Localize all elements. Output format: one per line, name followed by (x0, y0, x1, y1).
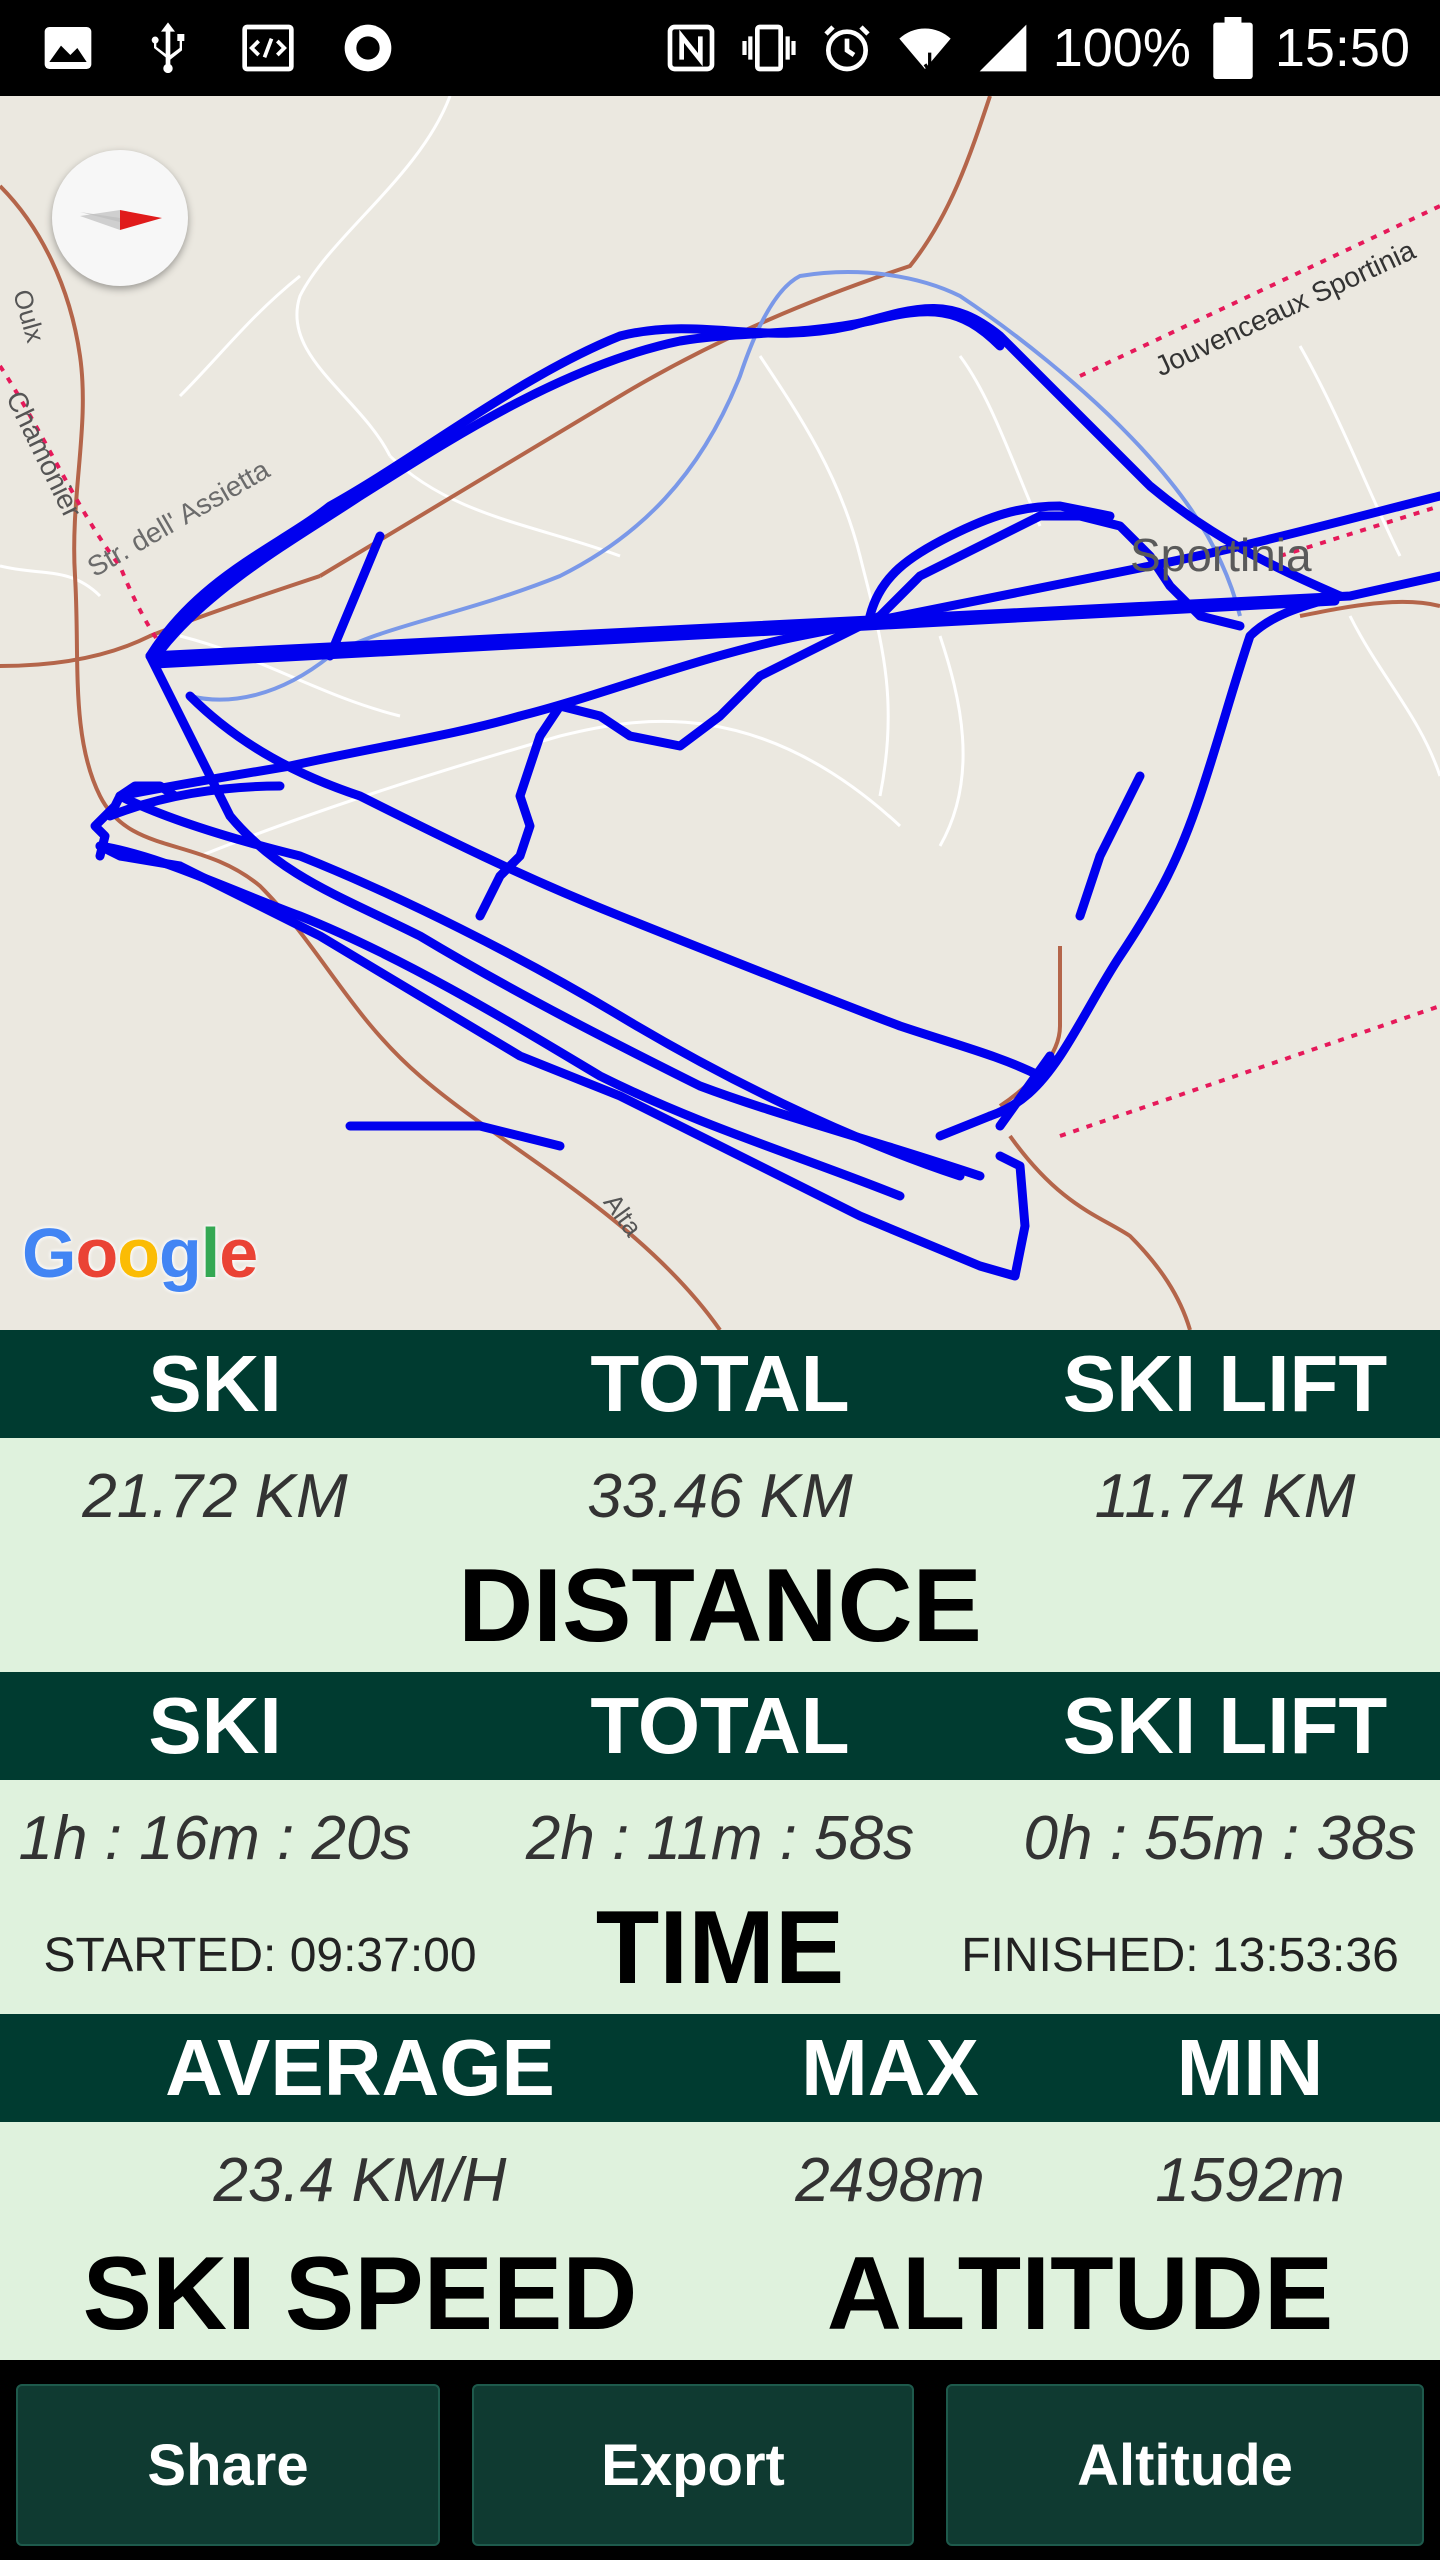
share-button[interactable]: Share (16, 2384, 440, 2546)
record-icon (344, 24, 392, 72)
time-ski-lift-header: SKI LIFT (1062, 1681, 1388, 1770)
alarm-icon (824, 25, 870, 72)
distance-total-header: TOTAL (590, 1339, 850, 1428)
status-bar: 100% 15:50 (0, 0, 1440, 96)
nfc-icon (667, 24, 715, 72)
distance-values-row: 21.72 KM 33.46 KM 11.74 KM DISTANCE (0, 1438, 1440, 1672)
image-icon (44, 27, 92, 69)
clock: 15:50 (1274, 18, 1410, 78)
time-ski-value: 1h : 16m : 20s (18, 1804, 412, 1873)
code-icon (242, 24, 294, 72)
speed-altitude-values-row: 23.4 KM/H 2498m 1592m SKI SPEED ALTITUDE (0, 2122, 1440, 2360)
bottom-action-bar: Share Export Altitude (0, 2360, 1440, 2560)
time-total-value: 2h : 11m : 58s (525, 1804, 915, 1873)
distance-label: DISTANCE (458, 1548, 982, 1664)
vibrate-icon (742, 24, 796, 72)
status-right-icons: 100% 15:50 (663, 10, 1410, 86)
time-total-header: TOTAL (590, 1681, 850, 1770)
max-altitude-value: 2498m (795, 2146, 985, 2215)
min-altitude-value: 1592m (1155, 2146, 1345, 2215)
ski-speed-label: SKI SPEED (82, 2236, 638, 2352)
stats-panel: SKI TOTAL SKI LIFT 21.72 KM 33.46 KM 11.… (0, 1330, 1440, 2360)
distance-ski-lift-value: 11.74 KM (1094, 1462, 1356, 1531)
status-left-icons (40, 16, 396, 80)
speed-altitude-header-row: AVERAGE MAX MIN (0, 2014, 1440, 2122)
wifi-icon (899, 28, 951, 75)
time-ski-header: SKI (148, 1681, 282, 1770)
battery-percent: 100% (1052, 18, 1191, 78)
minor-roads (0, 96, 1440, 858)
min-header: MIN (1176, 2023, 1324, 2112)
distance-ski-header: SKI (148, 1339, 282, 1428)
max-header: MAX (801, 2023, 979, 2112)
usb-icon (151, 22, 185, 74)
time-finished: FINISHED: 13:53:36 (961, 1929, 1399, 1982)
map-label-sportinia: Sportinia (1130, 529, 1312, 581)
distance-header-row: SKI TOTAL SKI LIFT (0, 1330, 1440, 1438)
compass-button[interactable] (52, 150, 188, 286)
average-header: AVERAGE (165, 2023, 555, 2112)
ski-track (90, 304, 1440, 1281)
altitude-button[interactable]: Altitude (946, 2384, 1424, 2546)
battery-icon (1213, 17, 1253, 79)
compass-needle-icon (80, 210, 162, 230)
distance-ski-lift-header: SKI LIFT (1062, 1339, 1388, 1428)
time-values-row: 1h : 16m : 20s 2h : 11m : 58s 0h : 55m :… (0, 1780, 1440, 2014)
altitude-label: ALTITUDE (826, 2236, 1334, 2352)
map-canvas (0, 96, 1440, 1330)
track-map[interactable]: Oulx Chamonier Str. dell' Assietta Jouve… (0, 96, 1440, 1330)
export-button[interactable]: Export (472, 2384, 914, 2546)
google-attribution-logo: Google (22, 1214, 258, 1292)
time-header-row: SKI TOTAL SKI LIFT (0, 1672, 1440, 1780)
signal-icon (979, 24, 1027, 72)
time-started: STARTED: 09:37:00 (43, 1929, 477, 1982)
time-ski-lift-value: 0h : 55m : 38s (1023, 1804, 1417, 1873)
distance-total-value: 33.46 KM (587, 1462, 853, 1531)
time-label: TIME (595, 1890, 845, 2006)
distance-ski-value: 21.72 KM (82, 1462, 348, 1531)
average-speed-value: 23.4 KM/H (213, 2146, 507, 2215)
